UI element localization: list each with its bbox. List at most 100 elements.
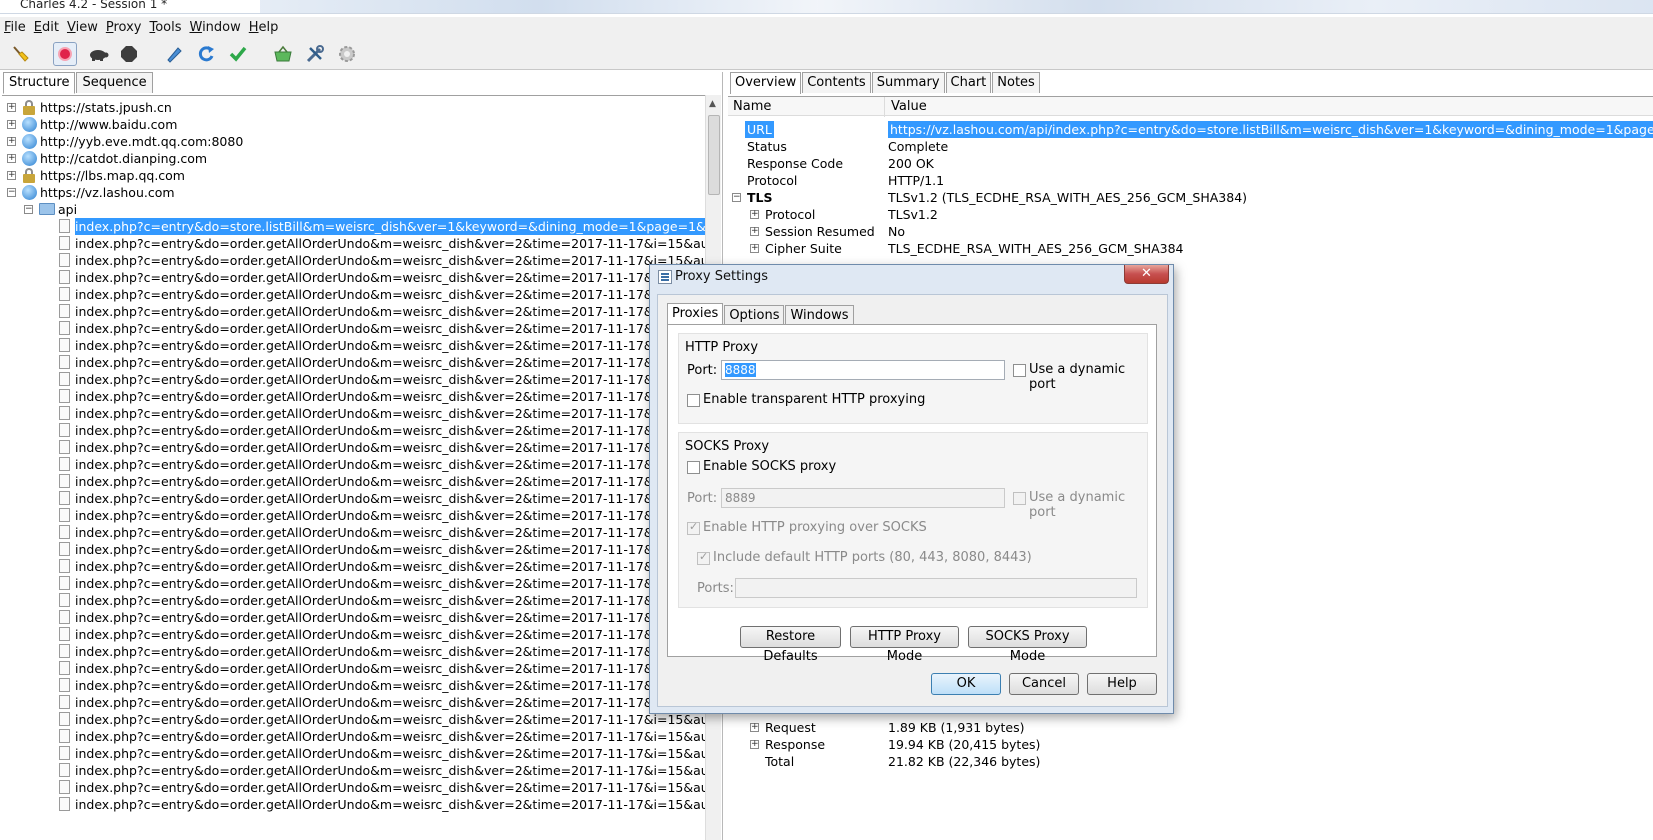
request-node[interactable]: index.php?c=entry&do=order.getAllOrderUn… [2, 592, 705, 609]
expand-icon[interactable]: + [750, 227, 759, 236]
host-node[interactable]: + https://stats.jpush.cn [2, 99, 705, 116]
tab-overview[interactable]: Overview [730, 72, 802, 94]
tab-contents[interactable]: Contents [802, 72, 871, 93]
menu-file[interactable]: File [4, 20, 26, 35]
expand-icon[interactable]: + [750, 740, 759, 749]
request-node[interactable]: index.php?c=entry&do=order.getAllOrderUn… [2, 388, 705, 405]
column-divider[interactable] [884, 97, 885, 117]
request-node[interactable]: index.php?c=entry&do=order.getAllOrderUn… [2, 371, 705, 388]
menu-view[interactable]: View [67, 20, 98, 35]
menu-window[interactable]: Window [189, 20, 240, 35]
overview-row-tls-protocol[interactable]: + Protocol TLSv1.2 [726, 206, 1653, 223]
host-node[interactable]: − https://vz.lashou.com [2, 184, 705, 201]
tab-summary[interactable]: Summary [871, 72, 945, 93]
column-value-header[interactable]: Value [891, 99, 927, 114]
expand-icon[interactable]: + [750, 723, 759, 732]
request-node[interactable]: index.php?c=entry&do=order.getAllOrderUn… [2, 677, 705, 694]
request-node[interactable]: index.php?c=entry&do=order.getAllOrderUn… [2, 694, 705, 711]
ports-input[interactable] [735, 578, 1137, 598]
http-over-socks-checkbox[interactable] [687, 520, 700, 535]
tab-structure[interactable]: Structure [3, 72, 76, 94]
overview-row-cipher-suite[interactable]: + Cipher Suite TLS_ECDHE_RSA_WITH_AES_25… [726, 240, 1653, 257]
request-node[interactable]: index.php?c=entry&do=order.getAllOrderUn… [2, 269, 705, 286]
tab-notes[interactable]: Notes [992, 72, 1040, 93]
expand-icon[interactable]: + [750, 244, 759, 253]
socks-proxy-mode-button[interactable]: SOCKS Proxy Mode [968, 626, 1087, 664]
restore-defaults-button[interactable]: Restore Defaults [740, 626, 841, 664]
pen-icon[interactable] [162, 42, 186, 66]
request-node[interactable]: index.php?c=entry&do=order.getAllOrderUn… [2, 558, 705, 575]
tools-icon[interactable] [303, 42, 327, 66]
socks-port-input[interactable]: 8889 [721, 488, 1005, 508]
scroll-up-icon[interactable]: ▲ [709, 99, 716, 109]
request-node[interactable]: index.php?c=entry&do=order.getAllOrderUn… [2, 337, 705, 354]
tab-sequence[interactable]: Sequence [76, 72, 153, 93]
request-node[interactable]: index.php?c=entry&do=order.getAllOrderUn… [2, 643, 705, 660]
help-button[interactable]: Help [1087, 673, 1157, 695]
request-node[interactable]: index.php?c=entry&do=order.getAllOrderUn… [2, 626, 705, 643]
ok-button[interactable]: OK [931, 673, 1001, 695]
overview-row-session-resumed[interactable]: + Session Resumed No [726, 223, 1653, 240]
scroll-thumb[interactable] [708, 115, 720, 195]
overview-row-protocol[interactable]: Protocol HTTP/1.1 [726, 172, 1653, 189]
tab-windows[interactable]: Windows [785, 305, 854, 325]
request-node[interactable]: index.php?c=entry&do=order.getAllOrderUn… [2, 354, 705, 371]
request-node[interactable]: index.php?c=entry&do=order.getAllOrderUn… [2, 252, 705, 269]
settings-gear-icon[interactable] [335, 42, 359, 66]
request-node[interactable]: index.php?c=entry&do=order.getAllOrderUn… [2, 235, 705, 252]
menu-edit[interactable]: Edit [34, 20, 59, 35]
host-node[interactable]: + http://catdot.dianping.com [2, 150, 705, 167]
check-icon[interactable] [226, 42, 250, 66]
request-node[interactable]: index.php?c=entry&do=order.getAllOrderUn… [2, 762, 705, 779]
collapse-icon[interactable]: − [24, 205, 33, 214]
overview-row-response-code[interactable]: Response Code 200 OK [726, 155, 1653, 172]
close-icon[interactable]: ✕ [1124, 265, 1169, 284]
request-node[interactable]: index.php?c=entry&do=order.getAllOrderUn… [2, 456, 705, 473]
overview-row-request-size[interactable]: + Request 1.89 KB (1,931 bytes) [726, 719, 1653, 736]
request-node[interactable]: index.php?c=entry&do=order.getAllOrderUn… [2, 303, 705, 320]
expand-icon[interactable]: + [7, 171, 16, 180]
menu-tools[interactable]: Tools [149, 20, 181, 35]
overview-row-status[interactable]: Status Complete [726, 138, 1653, 155]
host-node[interactable]: + http://yyb.eve.mdt.qq.com:8080 [2, 133, 705, 150]
basket-icon[interactable] [271, 42, 295, 66]
menu-help[interactable]: Help [249, 20, 279, 35]
transparent-proxy-checkbox[interactable] [687, 394, 700, 407]
folder-node[interactable]: − api [2, 201, 705, 218]
host-node[interactable]: + https://lbs.map.qq.com [2, 167, 705, 184]
request-node[interactable]: index.php?c=entry&do=order.getAllOrderUn… [2, 796, 705, 813]
request-node[interactable]: index.php?c=entry&do=order.getAllOrderUn… [2, 660, 705, 677]
overview-row-url[interactable]: URL https://vz.lashou.com/api/index.php?… [726, 121, 1653, 138]
request-node[interactable]: index.php?c=entry&do=store.listBill&m=we… [2, 218, 705, 235]
http-proxy-mode-button[interactable]: HTTP Proxy Mode [850, 626, 959, 664]
expand-icon[interactable]: + [750, 210, 759, 219]
socks-dynamic-port-checkbox[interactable] [1013, 492, 1026, 505]
default-ports-checkbox[interactable] [697, 550, 710, 565]
request-node[interactable]: index.php?c=entry&do=order.getAllOrderUn… [2, 728, 705, 745]
request-node[interactable]: index.php?c=entry&do=order.getAllOrderUn… [2, 320, 705, 337]
menu-proxy[interactable]: Proxy [106, 20, 142, 35]
overview-row-tls[interactable]: − TLS TLSv1.2 (TLS_ECDHE_RSA_WITH_AES_25… [726, 189, 1653, 206]
host-tree[interactable]: + https://stats.jpush.cn + http://www.baidu… [2, 95, 705, 840]
enable-socks-checkbox[interactable] [687, 461, 700, 474]
cancel-button[interactable]: Cancel [1009, 673, 1079, 695]
dialog-title-bar[interactable]: Proxy Settings ✕ [650, 265, 1173, 289]
breakpoint-icon[interactable] [117, 42, 141, 66]
broom-icon[interactable] [8, 42, 32, 66]
request-node[interactable]: index.php?c=entry&do=order.getAllOrderUn… [2, 405, 705, 422]
collapse-icon[interactable]: − [7, 188, 16, 197]
request-node[interactable]: index.php?c=entry&do=order.getAllOrderUn… [2, 286, 705, 303]
overview-row-response-size[interactable]: + Response 19.94 KB (20,415 bytes) [726, 736, 1653, 753]
expand-icon[interactable]: + [7, 154, 16, 163]
turtle-icon[interactable] [86, 42, 110, 66]
expand-icon[interactable]: + [7, 137, 16, 146]
request-node[interactable]: index.php?c=entry&do=order.getAllOrderUn… [2, 439, 705, 456]
expand-icon[interactable]: + [7, 120, 16, 129]
request-node[interactable]: index.php?c=entry&do=order.getAllOrderUn… [2, 524, 705, 541]
record-icon[interactable] [53, 42, 77, 66]
expand-icon[interactable]: + [7, 103, 16, 112]
request-node[interactable]: index.php?c=entry&do=order.getAllOrderUn… [2, 422, 705, 439]
request-node[interactable]: index.php?c=entry&do=order.getAllOrderUn… [2, 541, 705, 558]
http-dynamic-port-checkbox[interactable] [1013, 364, 1026, 377]
overview-row-total-size[interactable]: Total 21.82 KB (22,346 bytes) [726, 753, 1653, 770]
